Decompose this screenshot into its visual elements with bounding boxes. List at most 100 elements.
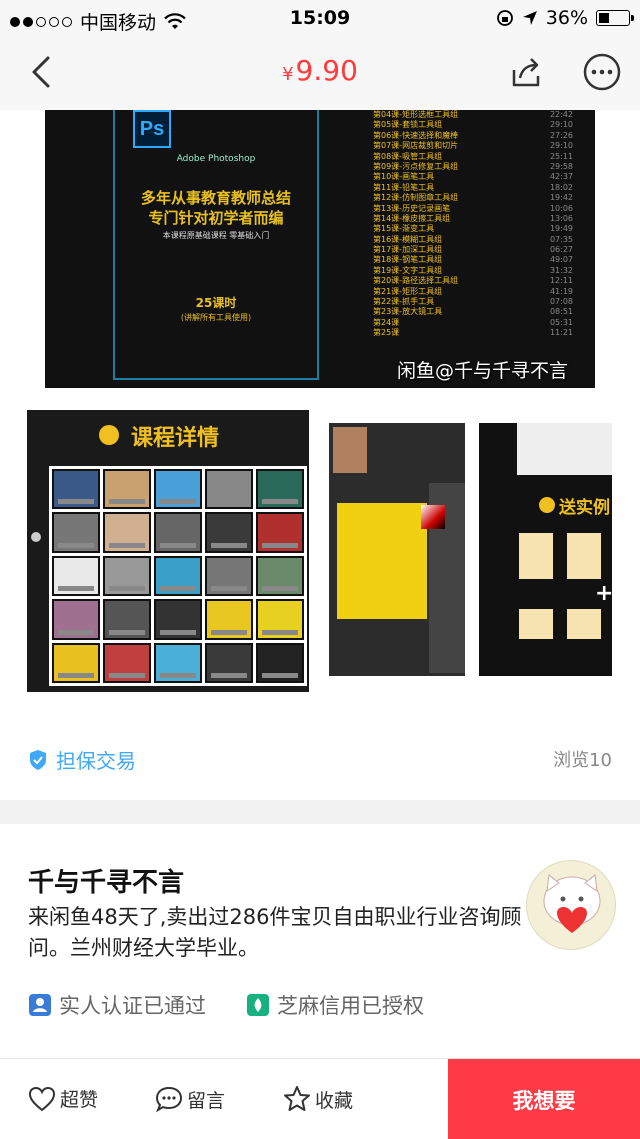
examples-preview	[517, 423, 612, 475]
video-thumbnail	[154, 642, 202, 683]
lesson-duration: 42:37	[549, 172, 573, 182]
lesson-duration: 18:02	[549, 182, 573, 192]
lesson-title: 第08课-吸管工具组	[373, 151, 443, 161]
lesson-title: 第04课-矩形选框工具组	[373, 110, 459, 119]
video-thumbnail	[154, 555, 202, 597]
lesson-duration: 29:58	[549, 161, 573, 171]
cover-headline-1: 多年从事教育教师总结	[140, 189, 291, 207]
sesame-credit-label: 芝麻信用已授权	[277, 994, 424, 1018]
cover-headline: 多年从事教育教师总结 专门针对初学者而编	[113, 188, 319, 228]
bullet-icon	[539, 497, 555, 513]
bottom-action-bar: 超赞 留言 收藏 我想要	[0, 1058, 640, 1139]
lesson-duration: 07:08	[549, 297, 573, 307]
lesson-duration: 29:10	[549, 120, 573, 130]
location-icon	[522, 11, 537, 25]
video-thumbnail	[103, 469, 151, 510]
lesson-row: 第04课-矩形选框工具组 22:42	[373, 110, 573, 120]
cover-subline: 本课程原基础课程 零基础入门	[162, 231, 270, 240]
currency-symbol: ¥	[282, 64, 294, 85]
listing-image-course-details[interactable]: 课程详情	[27, 410, 309, 692]
lesson-duration: 31:32	[549, 265, 573, 275]
lesson-row: 第10课-画笔工具 42:37	[373, 172, 573, 182]
listing-image-workspace[interactable]	[329, 423, 465, 676]
lesson-title: 第21课-矩形工具组	[373, 286, 443, 296]
lesson-title: 第18课-钢笔工具组	[373, 255, 443, 265]
want-button[interactable]: 我想要	[448, 1059, 640, 1139]
video-thumbnail	[205, 469, 253, 510]
more-options-icon[interactable]	[582, 52, 622, 92]
lesson-title: 第17课-加深工具组	[373, 245, 443, 255]
seller-name[interactable]: 千与千寻不言	[28, 862, 184, 899]
video-thumbnail	[52, 642, 100, 683]
share-icon[interactable]	[506, 52, 546, 92]
guaranteed-trade[interactable]: 担保交易	[28, 745, 136, 774]
lesson-row: 第25课 11:21	[373, 328, 573, 338]
lesson-row: 第08课-吸管工具组 25:11	[373, 152, 573, 162]
video-thumbnail	[52, 599, 100, 640]
color-picker	[421, 505, 445, 529]
video-thumbnail	[256, 642, 304, 683]
lesson-title: 第16课-模糊工具组	[373, 234, 443, 244]
lesson-duration: 06:27	[549, 245, 573, 255]
like-button[interactable]: 超赞	[28, 1085, 98, 1112]
sesame-credit-icon	[247, 994, 269, 1016]
lesson-duration: 49:07	[549, 255, 573, 265]
examples-title: 送实例	[559, 498, 610, 518]
video-thumbnail	[103, 642, 151, 683]
listing-image-examples[interactable]: 送实例 +	[479, 423, 612, 676]
video-thumbnail	[205, 642, 253, 683]
seller-bio: 来闲鱼48天了,卖出过286件宝贝自由职业行业咨询顾问。兰州财经大学毕业。	[28, 905, 522, 960]
lesson-duration: 08:51	[549, 307, 573, 317]
lesson-duration: 07:35	[549, 234, 573, 244]
video-thumbnail	[256, 512, 304, 553]
video-thumbnail	[256, 469, 304, 510]
favorite-label: 收藏	[315, 1089, 354, 1112]
video-thumbnail	[154, 599, 202, 640]
lesson-row: 第05课-套锁工具组 29:10	[373, 120, 573, 130]
listing-image-course-cover[interactable]: Ps Adobe Photoshop 多年从事教育教师总结 专门针对初学者而编 …	[45, 110, 595, 388]
avatar[interactable]	[526, 860, 616, 950]
favorite-button[interactable]: 收藏	[283, 1085, 353, 1113]
video-thumbnail	[103, 555, 151, 597]
lesson-title: 第10课-画笔工具	[373, 172, 435, 182]
shield-icon	[30, 749, 46, 770]
image-watermark: 闲鱼@千与千寻不言	[397, 360, 569, 382]
id-verified-icon	[29, 994, 51, 1016]
battery-icon	[596, 10, 634, 26]
lesson-title: 第11课-铅笔工具	[373, 182, 435, 192]
cover-hours-note: (讲解所有工具使用)	[180, 313, 252, 322]
example-card	[519, 533, 553, 579]
comment-button[interactable]: 留言	[155, 1085, 225, 1113]
lesson-title: 第13课-历史记录画笔	[373, 203, 451, 213]
video-thumbnail	[256, 555, 304, 597]
like-label: 超赞	[60, 1089, 99, 1111]
lesson-row: 第19课-文字工具组 31:32	[373, 266, 573, 276]
guaranteed-trade-label: 担保交易	[56, 749, 136, 773]
sesame-credit-badge: 芝麻信用已授权	[246, 990, 424, 1020]
video-thumbnail	[52, 555, 100, 597]
video-thumbnail	[154, 469, 202, 510]
lesson-row: 第12课-仿制图章工具组 19:42	[373, 193, 573, 203]
lesson-duration: 19:42	[549, 193, 573, 203]
video-thumbnail	[205, 555, 253, 597]
photoshop-logo-icon: Ps	[133, 110, 171, 148]
video-thumbnail	[52, 469, 100, 510]
star-icon	[284, 1086, 310, 1111]
video-thumbnail	[52, 512, 100, 553]
lesson-row: 第14课-橡皮擦工具组 13:06	[373, 214, 573, 224]
video-thumbnail	[205, 599, 253, 640]
lesson-title: 第15课-渐变工具	[373, 224, 435, 234]
bullet-icon	[99, 425, 119, 445]
lesson-duration: 22:42	[549, 110, 573, 119]
lesson-row: 第21课-矩形工具组 41:19	[373, 287, 573, 297]
lesson-row: 第15课-渐变工具 19:49	[373, 224, 573, 234]
cover-headline-2: 专门针对初学者而编	[148, 209, 284, 227]
rotation-lock-icon	[496, 10, 513, 26]
lesson-row: 第13课-历史记录画笔 10:06	[373, 204, 573, 214]
cat-avatar-icon	[543, 874, 601, 933]
lesson-title: 第12课-仿制图章工具组	[373, 193, 459, 203]
lesson-title: 第14课-橡皮擦工具组	[373, 213, 451, 223]
lesson-title: 第25课	[373, 328, 400, 338]
lesson-title: 第07课-网店裁剪和切片	[373, 141, 459, 151]
cover-panel	[113, 110, 319, 380]
